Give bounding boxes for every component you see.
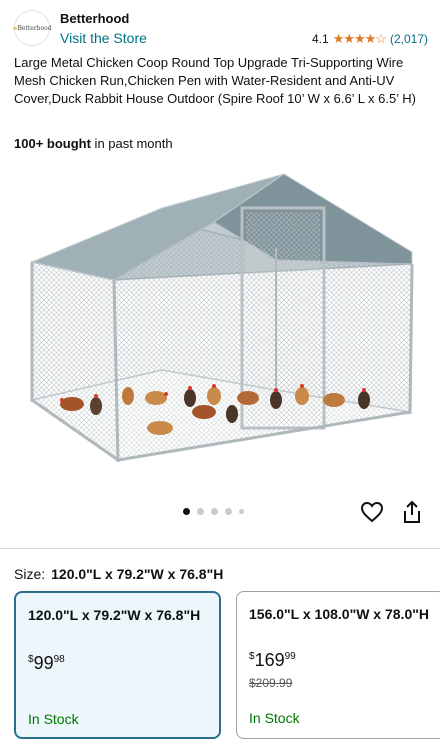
store-header: ≡Betterhood Betterhood Visit the Store 4…: [12, 8, 428, 52]
bought-period: in past month: [90, 136, 173, 151]
store-name: Betterhood: [60, 11, 130, 26]
carousel-dot[interactable]: [239, 509, 244, 514]
price-fraction: 98: [53, 654, 65, 665]
rating-value: 4.1: [312, 32, 329, 46]
divider: [0, 548, 440, 549]
share-icon[interactable]: [401, 500, 423, 524]
image-carousel-dots[interactable]: [183, 508, 244, 515]
carousel-dot[interactable]: [211, 508, 218, 515]
price-whole: 169: [254, 650, 285, 670]
price-currency: $: [28, 654, 34, 665]
size-selector-label: Size: 120.0"L x 79.2"W x 76.8"H: [14, 566, 223, 582]
option-list-price: $209.99: [249, 676, 293, 690]
size-option-card-selected[interactable]: 120.0"L x 79.2"W x 76.8"H $9998 In Stock: [14, 591, 221, 739]
option-price: $9998: [28, 653, 65, 674]
product-title: Large Metal Chicken Coop Round Top Upgra…: [14, 55, 416, 106]
option-price: $16999: [249, 650, 296, 671]
store-logo[interactable]: ≡Betterhood: [12, 10, 52, 46]
price-whole: 99: [33, 653, 54, 673]
product-image[interactable]: [14, 160, 426, 490]
rating-summary[interactable]: 4.1 ★★★★☆ (2,017): [312, 31, 428, 47]
option-stock-status: In Stock: [28, 711, 79, 727]
rating-count-link[interactable]: (2,017): [390, 32, 428, 46]
option-size: 156.0"L x 108.0"W x 78.0"H: [249, 606, 429, 622]
option-size: 120.0"L x 79.2"W x 76.8"H: [28, 607, 201, 623]
price-fraction: 99: [284, 651, 296, 662]
visit-store-link[interactable]: Visit the Store: [60, 30, 147, 46]
size-label: Size:: [14, 566, 46, 582]
carousel-dot[interactable]: [183, 508, 190, 515]
carousel-dot[interactable]: [225, 508, 232, 515]
selected-size-value: 120.0"L x 79.2"W x 76.8"H: [51, 566, 224, 582]
bought-in-past-month: 100+ bought in past month: [14, 136, 173, 151]
price-currency: $: [249, 651, 255, 662]
star-rating-icon: ★★★★☆: [332, 31, 387, 46]
option-stock-status: In Stock: [249, 710, 300, 726]
bought-count: 100+ bought: [14, 136, 91, 151]
chicken-coop-illustration: [30, 173, 414, 463]
carousel-dot[interactable]: [197, 508, 204, 515]
heart-icon[interactable]: [360, 500, 384, 524]
size-option-card[interactable]: 156.0"L x 108.0"W x 78.0"H $16999 $209.9…: [236, 591, 440, 739]
